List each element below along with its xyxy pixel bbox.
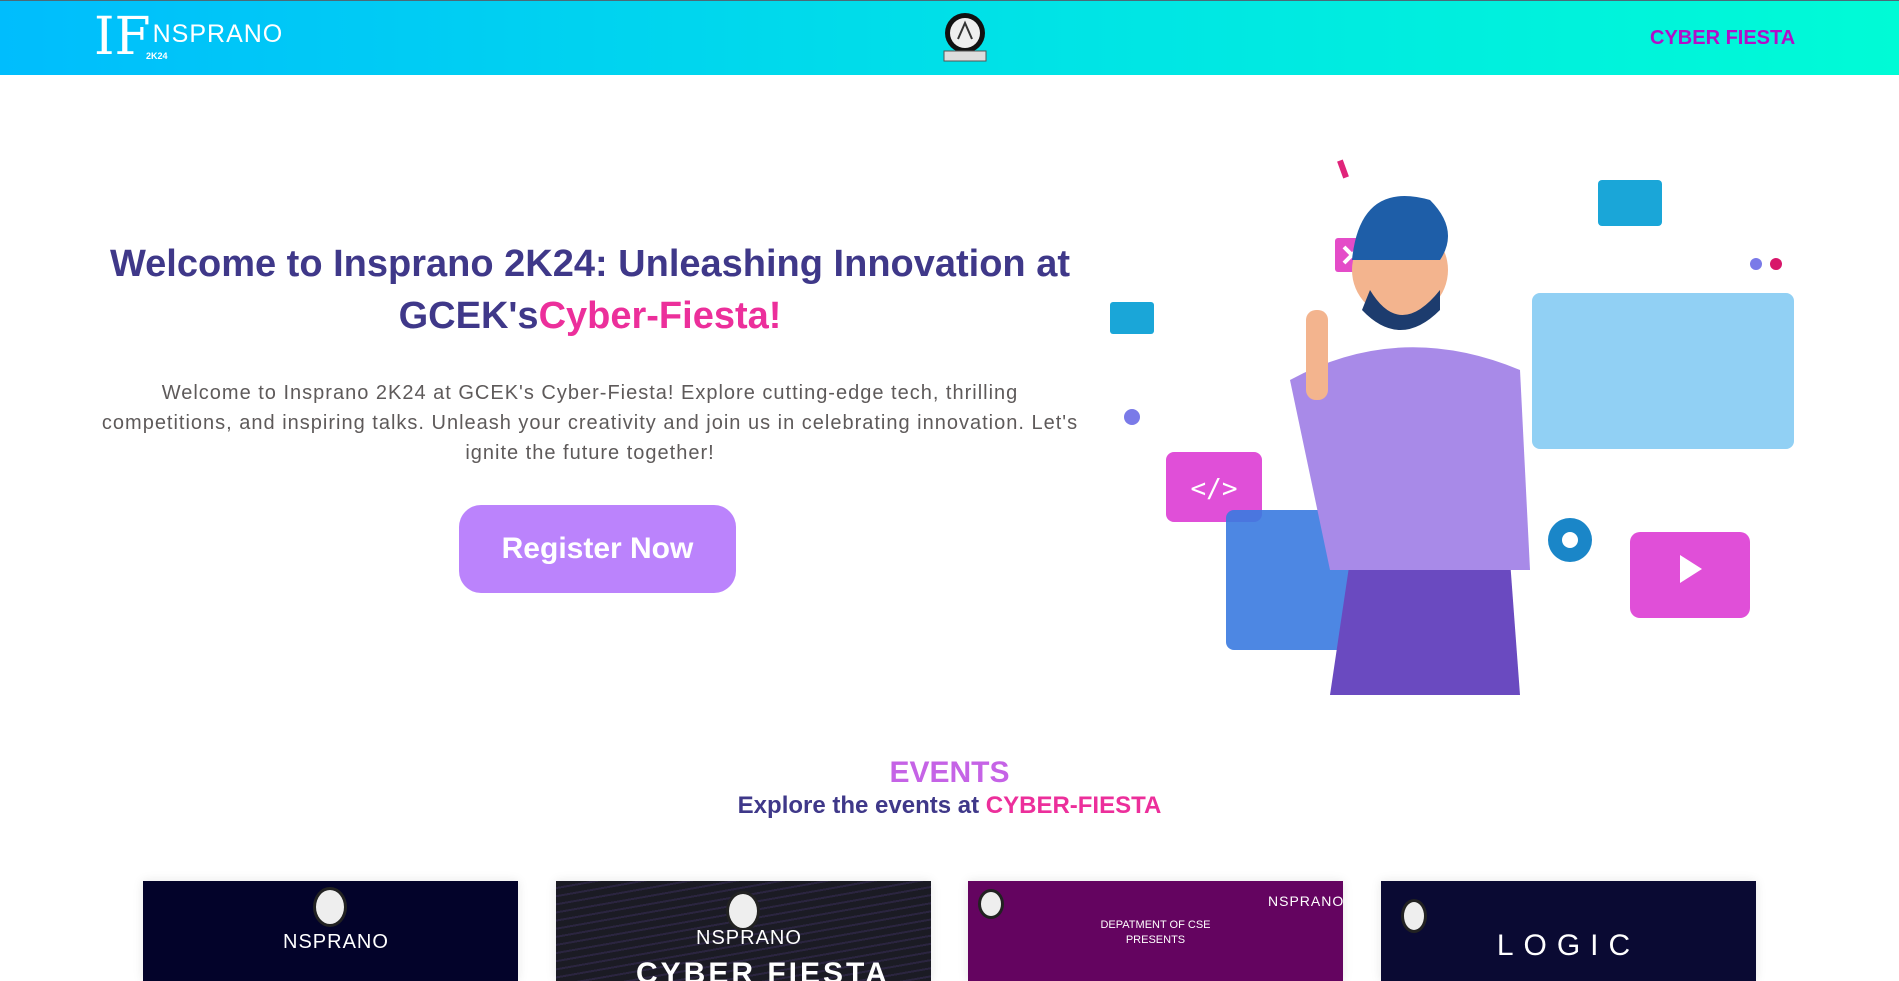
events-title: EVENTS <box>889 756 1010 789</box>
event-card[interactable]: NSPRANO <box>143 881 518 981</box>
event-card-logo-text: NSPRANO <box>1268 893 1343 909</box>
college-seal-icon <box>1401 899 1427 933</box>
hero-illustration: </> <box>1110 159 1794 695</box>
event-card-line1: DEPATMENT OF CSE <box>1100 919 1211 931</box>
events-subtitle-highlight: CYBER-FIESTA <box>985 792 1162 819</box>
register-now-button[interactable]: Register Now <box>459 505 736 593</box>
events-subtitle: Explore the events at CYBER-FIESTA <box>0 792 1899 820</box>
college-seal-icon <box>313 887 347 927</box>
hero-title: Welcome to Insprano 2K24: Unleashing Inn… <box>100 238 1080 342</box>
college-seal-icon <box>726 891 760 931</box>
svg-text:</>: </> <box>1191 474 1238 504</box>
logo-mark: IF <box>94 7 151 67</box>
logo-subtext: 2K24 <box>146 51 168 61</box>
event-card-heading: LOGIC <box>1496 929 1641 962</box>
event-card-logo-text: NSPRANO <box>283 931 389 953</box>
college-seal-icon <box>943 13 987 62</box>
site-header: IF NSPRANO 2K24 CYBER FIESTA <box>0 1 1899 75</box>
event-card[interactable]: LOGIC <box>1381 881 1756 981</box>
logo-text: NSPRANO <box>152 19 284 48</box>
event-card-line2: PRESENTS <box>1125 934 1186 946</box>
college-seal-icon <box>978 889 1004 919</box>
hero-description: Welcome to Insprano 2K24 at GCEK's Cyber… <box>101 382 1079 464</box>
insprano-logo[interactable]: IF NSPRANO 2K24 <box>94 7 283 67</box>
event-card[interactable]: NSPRANO DEPATMENT OF CSE PRESENTS <box>968 881 1343 981</box>
nav-cyber-fiesta[interactable]: CYBER FIESTA <box>1650 27 1795 50</box>
event-card-logo-text: NSPRANO <box>696 927 802 949</box>
events-subtitle-main: Explore the events at <box>737 792 986 819</box>
event-card[interactable]: NSPRANO CYBER FIESTA <box>556 881 931 981</box>
hero-title-highlight: Cyber-Fiesta! <box>538 295 782 337</box>
event-card-heading: CYBER FIESTA <box>636 957 890 981</box>
